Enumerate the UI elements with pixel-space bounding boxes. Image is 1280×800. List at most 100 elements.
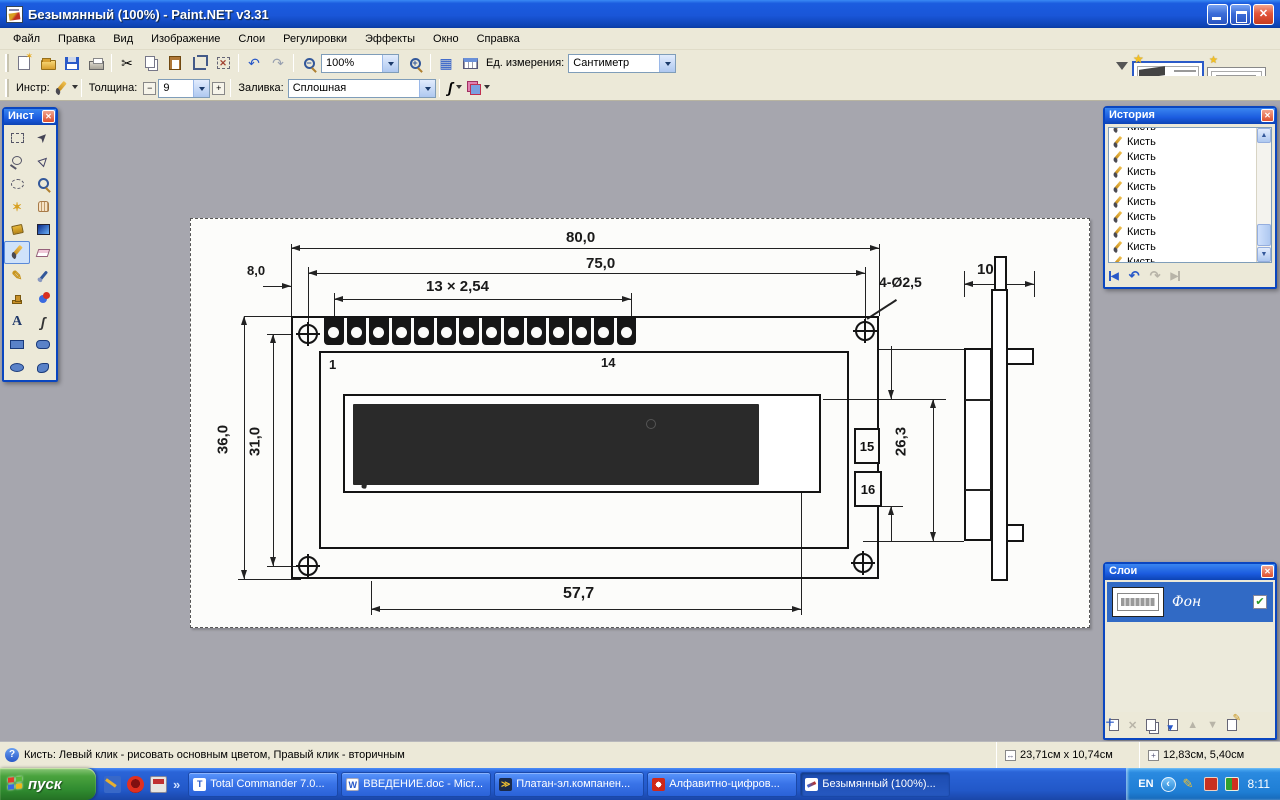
menu-item[interactable]: Файл (4, 30, 49, 48)
move-layer-up-button[interactable]: ▲ (1187, 719, 1198, 731)
task-button-alfavitno[interactable]: Алфавитно-цифров... (647, 771, 798, 797)
duplicate-layer-button[interactable] (1146, 719, 1157, 731)
layer-properties-button[interactable]: ✎ (1227, 713, 1241, 731)
move-layer-down-button[interactable]: ▼ (1207, 719, 1218, 731)
history-item[interactable]: Кисть (1110, 164, 1255, 179)
rewind-to-start-button[interactable]: ◀ (1109, 271, 1119, 282)
restore-button[interactable] (1230, 3, 1251, 25)
zoom-in-button[interactable]: + (403, 52, 427, 74)
ellipse-select-tool[interactable] (4, 172, 30, 195)
close-icon[interactable]: ✕ (1261, 109, 1274, 122)
magic-wand-tool[interactable]: ✶ (4, 195, 30, 218)
redo-button[interactable]: ↷ (266, 52, 290, 74)
copy-button[interactable] (139, 52, 163, 74)
history-item[interactable]: Кисть (1110, 239, 1255, 254)
history-redo-button[interactable]: ↷ (1150, 268, 1161, 284)
fill-style-combo[interactable]: Сплошная (287, 78, 436, 98)
toolbar-grip[interactable] (5, 54, 9, 72)
print-button[interactable] (84, 52, 108, 74)
history-scrollbar[interactable]: ▲ ▼ (1256, 128, 1271, 262)
grid-toggle-button[interactable]: ▦ (434, 52, 458, 74)
save-button[interactable] (60, 52, 84, 74)
cut-button[interactable]: ✂ (115, 52, 139, 74)
close-icon[interactable]: ✕ (1261, 565, 1274, 578)
history-item[interactable]: Кисть (1110, 134, 1255, 149)
delete-layer-button[interactable]: ✕ (1128, 719, 1137, 732)
quick-launch-browser-icon[interactable] (127, 775, 144, 793)
rounded-rectangle-tool[interactable] (30, 333, 56, 356)
active-tool-button[interactable] (54, 77, 78, 99)
clone-stamp-tool[interactable] (4, 287, 30, 310)
blend-mode-button[interactable] (467, 77, 491, 99)
scroll-down-button[interactable]: ▼ (1257, 247, 1271, 262)
paint-bucket-tool[interactable] (4, 218, 30, 241)
add-layer-button[interactable]: ＋ (1105, 718, 1119, 731)
history-item[interactable]: Кисть (1110, 149, 1255, 164)
deselect-button[interactable]: ✕ (211, 52, 235, 74)
ellipse-tool[interactable] (4, 356, 30, 379)
history-item[interactable]: Кисть (1110, 254, 1255, 263)
task-button-paintnet-active[interactable]: Безымянный (100%)... (800, 771, 951, 797)
eraser-tool[interactable] (30, 241, 56, 264)
history-item[interactable]: Кисть (1110, 179, 1255, 194)
history-palette-titlebar[interactable]: История ✕ (1105, 108, 1275, 124)
task-button-platan[interactable]: ≫ Платан-эл.компанен... (494, 771, 645, 797)
width-combo[interactable]: 9 (158, 78, 211, 98)
chevron-down-icon[interactable] (418, 79, 435, 97)
text-tool[interactable]: A (4, 310, 30, 333)
history-item[interactable]: Кисть (1110, 224, 1255, 239)
scroll-up-button[interactable]: ▲ (1257, 128, 1271, 143)
task-button-word-doc[interactable]: W ВВЕДЕНИЕ.doc - Micr... (341, 771, 492, 797)
antialias-button[interactable]: ʃ (443, 77, 467, 99)
chevron-down-icon[interactable] (193, 79, 210, 97)
line-curve-tool[interactable]: ʃ (30, 310, 56, 333)
pencil-tool[interactable]: ✎ (4, 264, 30, 287)
zoom-tool[interactable] (30, 172, 56, 195)
close-button[interactable]: ✕ (1253, 3, 1274, 25)
layers-palette-titlebar[interactable]: Слои ✕ (1105, 564, 1275, 580)
zoom-out-button[interactable]: − (297, 52, 321, 74)
title-bar[interactable]: Безымянный (100%) - Paint.NET v3.31 ✕ (0, 0, 1280, 28)
lasso-select-tool[interactable] (4, 149, 30, 172)
rect-select-tool[interactable] (4, 126, 30, 149)
quick-launch-paintnet-icon[interactable] (104, 775, 121, 793)
language-indicator[interactable]: EN (1138, 778, 1153, 790)
tools-palette-titlebar[interactable]: Инст ✕ (4, 109, 56, 125)
task-button-total-commander[interactable]: T Total Commander 7.0... (188, 771, 339, 797)
paintbrush-tool-selected[interactable] (4, 241, 30, 264)
hide-icons-chevron[interactable]: ‹ (1160, 776, 1176, 792)
chevron-down-icon[interactable] (659, 54, 676, 72)
tray-monitor-icon[interactable] (1203, 777, 1218, 791)
canvas[interactable]: 80,0 75,0 8,0 13 × 2,54 4-Ø2,5 10,0 36,0… (190, 218, 1090, 628)
start-button[interactable]: пуск (0, 768, 96, 800)
toolbar-grip[interactable] (5, 79, 9, 97)
menu-item[interactable]: Регулировки (274, 30, 356, 48)
taskbar-clock[interactable]: 8:11 (1246, 777, 1270, 791)
history-item[interactable]: Кисть (1110, 128, 1255, 134)
pan-tool[interactable] (30, 195, 56, 218)
fast-forward-to-end-button[interactable]: ▶ (1171, 271, 1181, 282)
undo-button[interactable]: ↶ (242, 52, 266, 74)
layer-visibility-checkbox[interactable]: ✔ (1253, 595, 1267, 609)
menu-item[interactable]: Слои (229, 30, 274, 48)
scrollbar-thumb[interactable] (1257, 224, 1271, 246)
quick-launch-drive-icon[interactable] (150, 775, 167, 793)
units-combo[interactable]: Сантиметр (568, 53, 677, 73)
history-undo-button[interactable]: ↶ (1129, 268, 1140, 284)
merge-down-button[interactable]: ▼ (1165, 719, 1179, 734)
menu-item[interactable]: Справка (468, 30, 529, 48)
zoom-combo[interactable]: 100% (321, 53, 399, 73)
menu-item[interactable]: Правка (49, 30, 104, 48)
recolor-tool[interactable] (30, 287, 56, 310)
menu-item[interactable]: Вид (104, 30, 142, 48)
paste-button[interactable] (163, 52, 187, 74)
tray-pen-icon[interactable]: ✎ (1183, 777, 1197, 791)
color-picker-tool[interactable] (30, 264, 56, 287)
freeform-shape-tool[interactable] (30, 356, 56, 379)
width-increase-button[interactable]: + (212, 81, 226, 95)
gradient-tool[interactable] (30, 218, 56, 241)
menu-item[interactable]: Изображение (142, 30, 229, 48)
move-pixels-tool[interactable]: ➤ (30, 126, 56, 149)
menu-item[interactable]: Окно (424, 30, 468, 48)
ruler-toggle-button[interactable] (458, 52, 482, 74)
